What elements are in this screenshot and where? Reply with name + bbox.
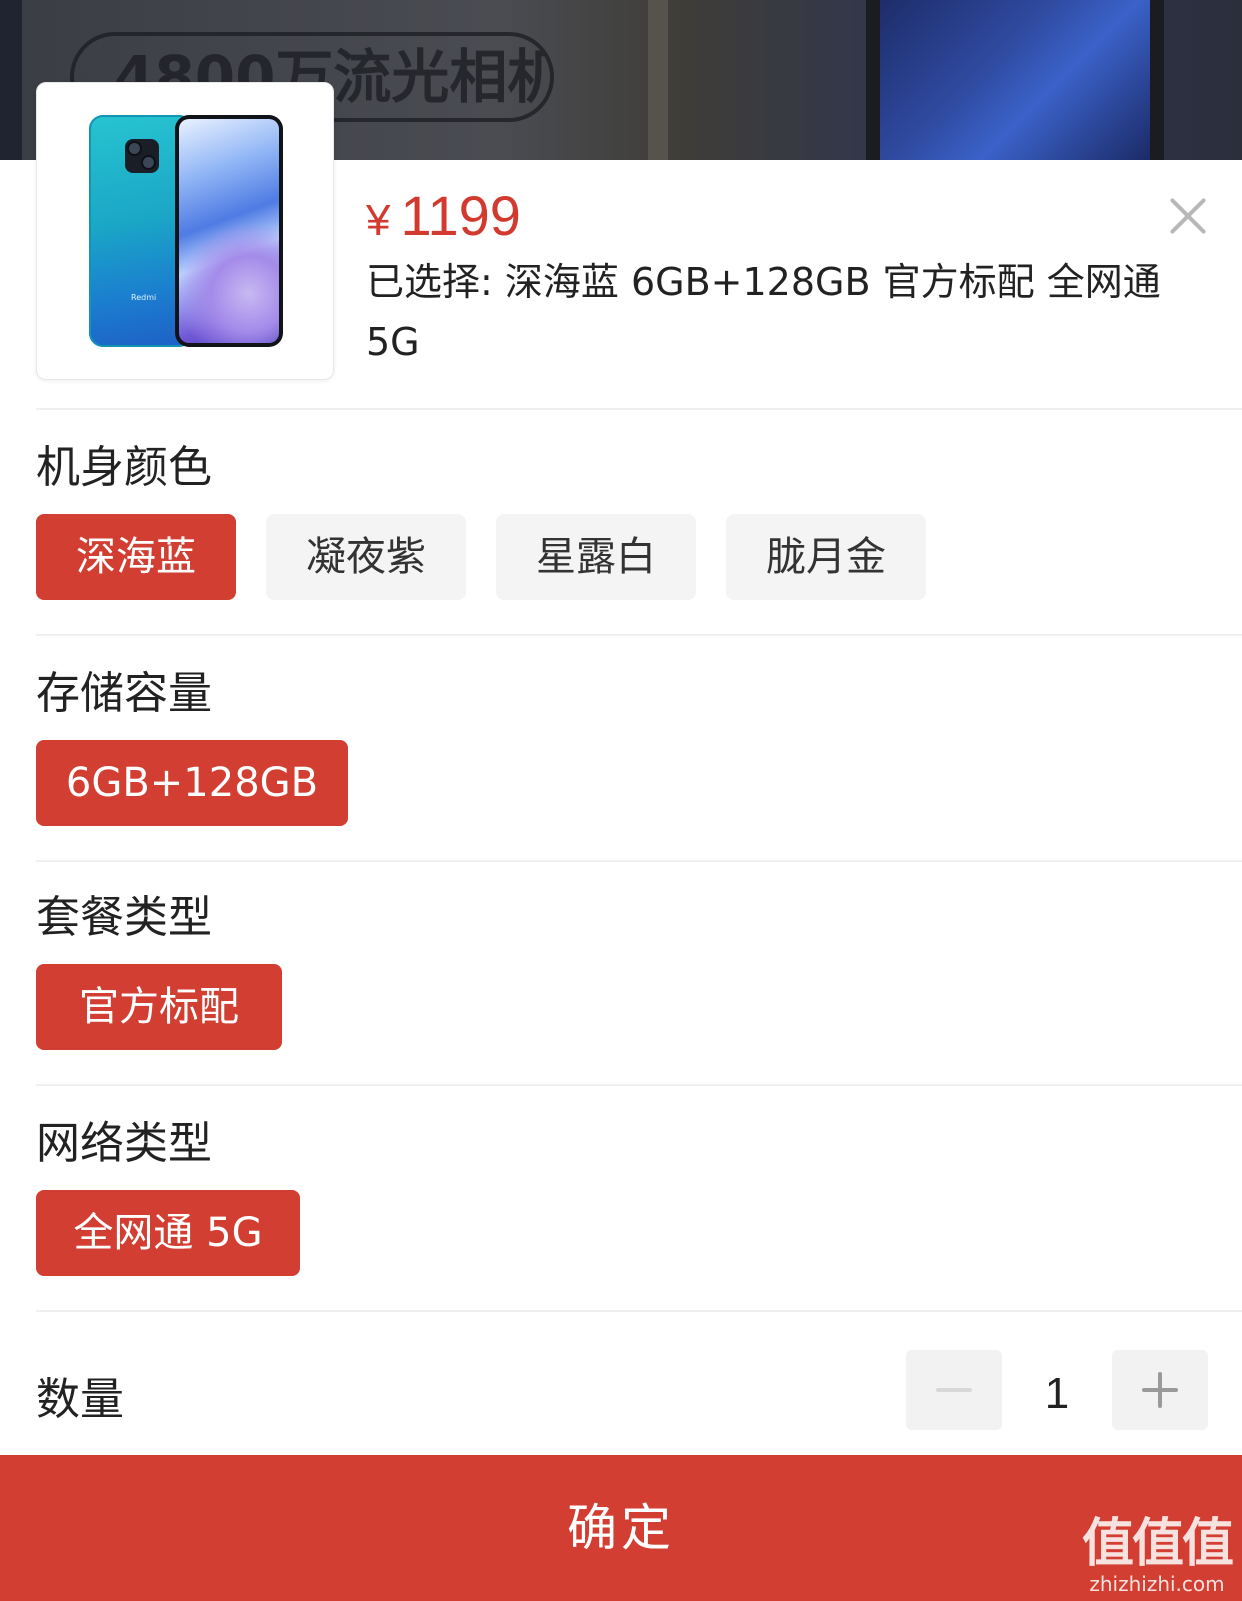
background-phone-border [866,0,880,162]
section-title-color: 机身颜色 [36,442,212,493]
product-thumbnail: Redmi [36,82,334,380]
selected-summary: 已选择: 深海蓝 6GB+128GB 官方标配 全网通 5G [366,260,1161,364]
storage-options: 6GB+128GB [36,740,348,826]
divider [36,1310,1242,1312]
watermark-logo: 值值值 [1081,1514,1234,1574]
option-network-5g[interactable]: 全网通 5G [36,1190,300,1276]
price: ¥1199 [366,184,521,253]
section-title-package: 套餐类型 [36,892,212,943]
currency-symbol: ¥ [366,196,391,245]
network-options: 全网通 5G [36,1190,300,1276]
phone-screen-wallpaper [179,119,279,343]
quantity-increase-button[interactable] [1112,1350,1208,1430]
background-phone-screen [880,0,1150,162]
option-color-deep-sea-blue[interactable]: 深海蓝 [36,514,236,600]
option-color-moon-gold[interactable]: 胧月金 [726,514,926,600]
confirm-button[interactable]: 确定 [0,1455,1242,1601]
section-title-storage: 存储容量 [36,668,212,719]
background-edge [0,0,22,162]
option-storage-6gb-128gb[interactable]: 6GB+128GB [36,740,348,826]
background-phone-edge [648,0,668,162]
option-color-star-white[interactable]: 星露白 [496,514,696,600]
divider [36,1084,1242,1086]
option-color-night-purple[interactable]: 凝夜紫 [266,514,466,600]
watermark-url: zhizhizhi.com [1089,1572,1225,1596]
plus-icon-vertical [1158,1372,1162,1408]
close-icon[interactable] [1168,196,1208,236]
color-options: 深海蓝 凝夜紫 星露白 胧月金 [36,514,926,600]
phone-front-image [175,115,283,347]
divider [36,634,1242,636]
section-title-network: 网络类型 [36,1118,212,1169]
quantity-value[interactable]: 1 [1002,1366,1112,1422]
minus-icon [936,1388,972,1392]
option-package-standard[interactable]: 官方标配 [36,964,282,1050]
divider [36,408,1242,410]
price-value: 1199 [400,184,521,247]
sku-selector-sheet: Redmi ¥1199 已选择: 深海蓝 6GB+128GB 官方标配 全网通 … [0,82,1242,1601]
divider [36,860,1242,862]
brand-mark: Redmi [131,293,157,302]
background-phone-border [1150,0,1164,162]
quantity-decrease-button[interactable] [906,1350,1002,1430]
site-watermark: 值值值 zhizhizhi.com [1081,1514,1234,1596]
package-options: 官方标配 [36,964,282,1050]
camera-module [125,139,159,173]
quantity-label: 数量 [36,1374,124,1425]
